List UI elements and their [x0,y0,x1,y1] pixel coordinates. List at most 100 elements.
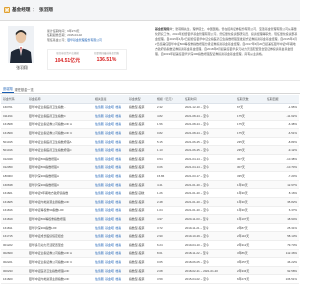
fund-forum-link[interactable]: 基金吧 [105,105,114,109]
fund-code-link[interactable]: 002221 [1,257,27,267]
fund-name-link[interactable]: 银华中证全指医药卫生指数增强C [27,145,93,156]
valuation-chart-link[interactable]: 估值图 [95,217,104,221]
fund-name-link[interactable]: 银华中证800等权重指数增强 [27,214,93,224]
valuation-chart-link[interactable]: 估值图 [95,157,104,161]
fund-forum-link[interactable]: 基金吧 [105,226,114,230]
fund-forum-link[interactable]: 基金吧 [105,251,114,255]
fund-archive-link[interactable]: 档案 [115,105,121,109]
fund-name-link[interactable]: 银华沪深300指数增强A [27,171,93,181]
fund-code-link[interactable]: 161509 [1,128,27,138]
fund-name-link[interactable]: 银华中证800指数增强C [27,163,93,173]
fund-name-link[interactable]: 银华中证成长股债恒定组合 [27,231,93,241]
fund-forum-link[interactable]: 基金吧 [105,208,114,212]
fund-code-link[interactable]: 161816 [1,206,27,216]
valuation-chart-link[interactable]: 估值图 [95,174,104,178]
fund-archive-link[interactable]: 档案 [115,174,121,178]
fund-forum-link[interactable]: 基金吧 [105,183,114,187]
valuation-chart-link[interactable]: 估值图 [95,277,104,281]
valuation-chart-link[interactable]: 估值图 [95,243,104,247]
fund-code-link[interactable]: 501015 [1,137,27,147]
fund-name-link[interactable]: 银华中证全指证券公司指数LOF C [27,128,93,138]
fund-forum-link[interactable]: 基金吧 [105,131,114,135]
fund-code-link[interactable]: 161715 [1,231,27,241]
fund-name-link[interactable]: 银华中证全指证券公司指数LOF A [27,249,93,259]
fund-forum-link[interactable]: 基金吧 [105,148,114,152]
fund-code-link[interactable]: 001222 [1,240,27,250]
valuation-chart-link[interactable]: 估值图 [95,269,104,273]
fund-name-link[interactable]: 银华沪深300指数LOF [27,223,93,233]
fund-forum-link[interactable]: 基金吧 [105,217,114,221]
fund-forum-link[interactable]: 基金吧 [105,165,114,169]
fund-code-link[interactable]: 161811 [1,223,27,233]
fund-archive-link[interactable]: 档案 [115,234,121,238]
valuation-chart-link[interactable]: 估值图 [95,131,104,135]
company-link[interactable]: 银华基金管理股份有限公司 [67,38,102,42]
fund-archive-link[interactable]: 档案 [115,200,121,204]
fund-archive-link[interactable]: 档案 [115,165,121,169]
fund-archive-link[interactable]: 档案 [115,122,121,126]
fund-code-link[interactable]: 180003 [1,171,27,181]
fund-name-link[interactable]: 银华中证全指医药卫生指数增强A [27,137,93,147]
fund-forum-link[interactable]: 基金吧 [105,122,114,126]
fund-code-link[interactable]: 000233 [1,266,27,276]
valuation-chart-link[interactable]: 估值图 [95,208,104,212]
fund-archive-link[interactable]: 档案 [115,140,121,144]
fund-code-link[interactable]: 501016 [1,145,27,156]
tab-manager-funds[interactable]: 张羽翔 [2,86,14,93]
valuation-chart-link[interactable]: 估值图 [95,114,104,118]
fund-archive-link[interactable]: 档案 [115,251,121,255]
fund-forum-link[interactable]: 基金吧 [105,277,114,281]
fund-archive-link[interactable]: 档案 [115,208,121,212]
fund-forum-link[interactable]: 基金吧 [105,114,114,118]
valuation-chart-link[interactable]: 估值图 [95,191,104,195]
fund-forum-link[interactable]: 基金吧 [105,234,114,238]
valuation-chart-link[interactable]: 估值图 [95,234,104,238]
fund-code-link[interactable]: 002600 [1,249,27,259]
fund-name-link[interactable]: 银华中证5年期地方政府债指数 [27,188,93,199]
fund-name-link[interactable]: 银华中证内地资源主题指数LOF [27,274,93,284]
fund-code-link[interactable]: 161825 [1,197,27,207]
fund-forum-link[interactable]: 基金吧 [105,191,114,195]
valuation-chart-link[interactable]: 估值图 [95,200,104,204]
fund-archive-link[interactable]: 档案 [115,260,121,264]
fund-archive-link[interactable]: 档案 [115,277,121,281]
valuation-chart-link[interactable]: 估值图 [95,165,104,169]
fund-archive-link[interactable]: 档案 [115,114,121,118]
fund-name-link[interactable]: 银华中证800指数增强A [27,154,93,164]
fund-name-link[interactable]: 银华中证等权重90指数LOF [27,206,93,216]
fund-archive-link[interactable]: 档案 [115,157,121,161]
fund-name-link[interactable]: 银华中证全指医药卫生指数C [27,111,93,121]
fund-archive-link[interactable]: 档案 [115,226,121,230]
valuation-chart-link[interactable]: 估值图 [95,140,104,144]
fund-name-link[interactable]: 银华中证全指医药卫生指数... [27,103,93,113]
valuation-chart-link[interactable]: 估值图 [95,122,104,126]
fund-name-link[interactable]: 银华中证医药卫生指数增强LOF [27,266,93,276]
fund-forum-link[interactable]: 基金吧 [105,140,114,144]
valuation-chart-link[interactable]: 估值图 [95,226,104,230]
fund-forum-link[interactable]: 基金吧 [105,269,114,273]
fund-code-link[interactable]: 160638 [1,180,27,190]
fund-name-link[interactable]: 银华沪深300指数增强C [27,180,93,190]
fund-code-link[interactable]: 161821 [1,188,27,199]
fund-archive-link[interactable]: 档案 [115,191,121,195]
valuation-chart-link[interactable]: 估值图 [95,148,104,152]
fund-archive-link[interactable]: 档案 [115,183,121,187]
fund-archive-link[interactable]: 档案 [115,148,121,152]
fund-archive-link[interactable]: 档案 [115,269,121,273]
fund-code-link[interactable]: 161819 [1,214,27,224]
fund-code-link[interactable]: 011294 [1,111,27,121]
fund-forum-link[interactable]: 基金吧 [105,243,114,247]
fund-forum-link[interactable]: 基金吧 [105,200,114,204]
fund-name-link[interactable]: 银华中证全指证券公司指数LOF A [27,120,93,130]
fund-forum-link[interactable]: 基金吧 [105,157,114,161]
fund-forum-link[interactable]: 基金吧 [105,174,114,178]
valuation-chart-link[interactable]: 估值图 [95,183,104,187]
fund-name-link[interactable]: 银华中证全指证券公司指数LOF C [27,257,93,267]
fund-forum-link[interactable]: 基金吧 [105,260,114,264]
valuation-chart-link[interactable]: 估值图 [95,105,104,109]
fund-code-link[interactable]: 160701 [1,103,27,113]
fund-name-link[interactable]: 银华多元动力灵活配置混合 [27,240,93,250]
fund-code-link[interactable]: 012350 [1,163,27,173]
fund-archive-link[interactable]: 档案 [115,243,121,247]
fund-archive-link[interactable]: 档案 [115,131,121,135]
